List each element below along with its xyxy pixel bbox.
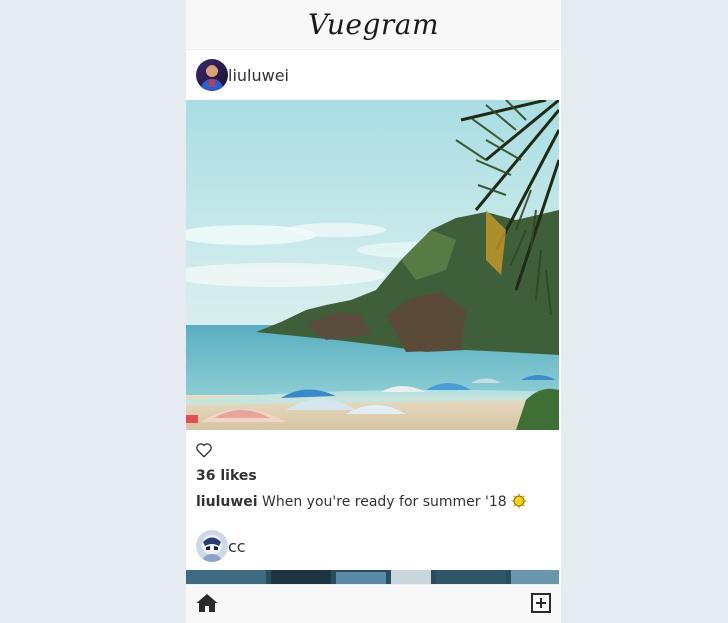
heart-outline-icon[interactable] xyxy=(195,441,213,459)
caption-username[interactable]: liuluwei xyxy=(196,494,258,510)
post-header: liuluwei xyxy=(186,50,561,100)
app-header: Vuegram xyxy=(186,0,561,50)
home-icon[interactable] xyxy=(196,593,218,613)
post-username[interactable]: cc xyxy=(228,537,246,556)
post-header: cc xyxy=(186,521,561,571)
sun-emoji-icon xyxy=(511,493,527,509)
caption-text: When you're ready for summer '18 xyxy=(262,494,507,510)
beach-photo xyxy=(186,100,559,430)
likes-count: 36 likes xyxy=(196,468,257,484)
post-username[interactable]: liuluwei xyxy=(228,66,289,85)
post-caption: liuluwei When you're ready for summer '1… xyxy=(196,493,527,510)
app-frame: Vuegram liuluwei 36 likes liuluwei When … xyxy=(186,0,561,623)
post-image[interactable] xyxy=(186,100,559,430)
post-actions xyxy=(186,440,561,460)
avatar[interactable] xyxy=(196,530,228,562)
brand-logo[interactable]: Vuegram xyxy=(308,8,439,41)
plus-square-icon[interactable] xyxy=(531,593,551,613)
bottom-nav xyxy=(186,584,561,623)
avatar[interactable] xyxy=(196,59,228,91)
